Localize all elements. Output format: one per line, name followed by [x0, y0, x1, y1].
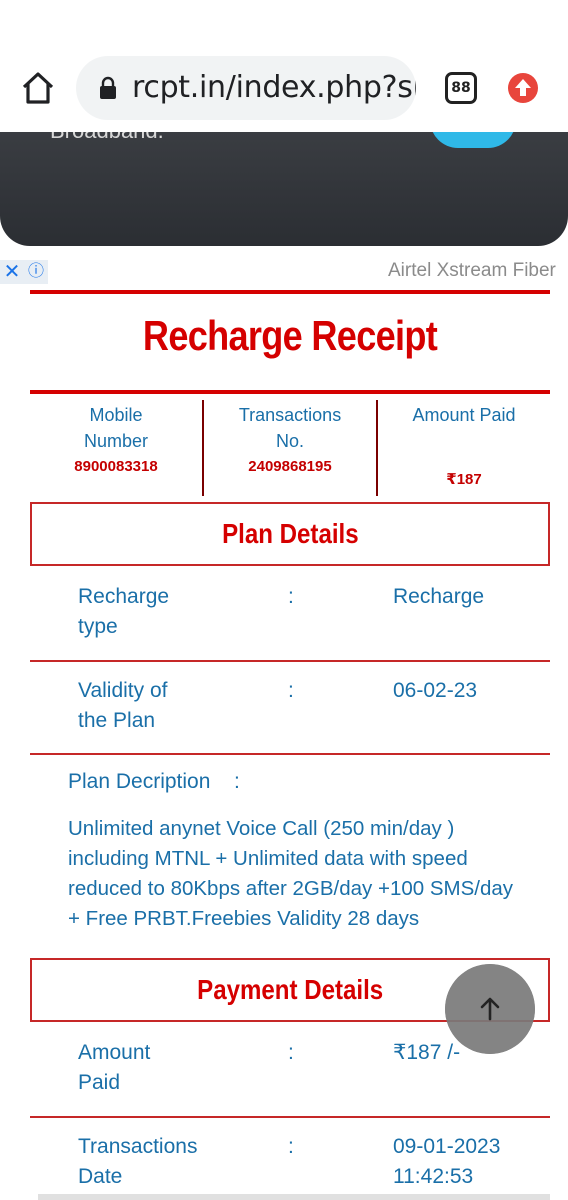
- home-icon[interactable]: [20, 70, 56, 106]
- row-label: Amount Paid: [78, 1041, 151, 1094]
- table-bottom-strip: [38, 1194, 550, 1200]
- url-text: rcpt.in/index.php?sho: [132, 70, 416, 105]
- row-value: Recharge: [393, 585, 485, 608]
- plan-row-recharge-type: Recharge type : Recharge: [30, 568, 550, 662]
- summary-label: Mobile Number: [83, 405, 149, 451]
- update-icon[interactable]: [507, 72, 539, 104]
- divider: [30, 290, 550, 294]
- plan-row-validity: Validity of the Plan : 06-02-23: [30, 662, 550, 755]
- transaction-no-value: 2409868195: [248, 458, 332, 475]
- amount-paid-value: ₹187: [446, 471, 482, 488]
- row-colon: :: [288, 1041, 294, 1064]
- summary-mobile-number: Mobile Number 8900083318: [30, 400, 202, 496]
- row-colon: :: [288, 1135, 294, 1158]
- ad-controls: ✕ ⓘ: [0, 260, 48, 284]
- row-value: 06-02-23: [393, 679, 478, 702]
- plan-details-header: Plan Details: [30, 502, 550, 566]
- summary-label: Transactions No.: [238, 405, 342, 451]
- summary-amount-paid: Amount Paid ₹187: [376, 400, 550, 496]
- plan-description-label: Plan Decription: [68, 770, 211, 793]
- plan-description-text: Unlimited anynet Voice Call (250 min/day…: [68, 817, 514, 930]
- section-title: Payment Details: [196, 974, 384, 1005]
- summary-transaction-no: Transactions No. 2409868195: [202, 400, 376, 496]
- plan-description-colon: :: [234, 770, 240, 793]
- row-label: Transactions Date: [78, 1135, 198, 1188]
- ad-info-icon[interactable]: ⓘ: [24, 260, 48, 284]
- row-colon: :: [288, 679, 294, 702]
- ad-cta-button[interactable]: [430, 132, 516, 148]
- address-bar[interactable]: rcpt.in/index.php?sho: [76, 56, 416, 120]
- payment-row-date: Transactions Date : 09-01-2023 11:42:53: [30, 1118, 550, 1194]
- page-title: Recharge Receipt: [142, 312, 438, 359]
- mobile-number-value: 8900083318: [74, 458, 158, 475]
- summary-label: Amount Paid: [412, 405, 516, 425]
- section-title: Plan Details: [221, 518, 359, 549]
- tab-switcher-button[interactable]: 88: [445, 72, 477, 104]
- row-value: 09-01-2023 11:42:53: [393, 1135, 501, 1188]
- scroll-to-top-button[interactable]: [445, 964, 535, 1054]
- ad-close-icon[interactable]: ✕: [0, 260, 24, 284]
- divider: [30, 390, 550, 394]
- lock-icon: [100, 76, 116, 99]
- receipt-summary: Mobile Number 8900083318 Transactions No…: [30, 400, 550, 496]
- browser-toolbar: rcpt.in/index.php?sho 88: [0, 0, 568, 132]
- ad-banner-text: Broadband.: [50, 132, 164, 144]
- row-label: Validity of the Plan: [78, 679, 168, 732]
- ad-label[interactable]: Airtel Xstream Fiber: [388, 260, 556, 282]
- ad-banner[interactable]: Broadband.: [0, 132, 568, 246]
- row-label: Recharge type: [78, 585, 170, 638]
- row-colon: :: [288, 585, 294, 608]
